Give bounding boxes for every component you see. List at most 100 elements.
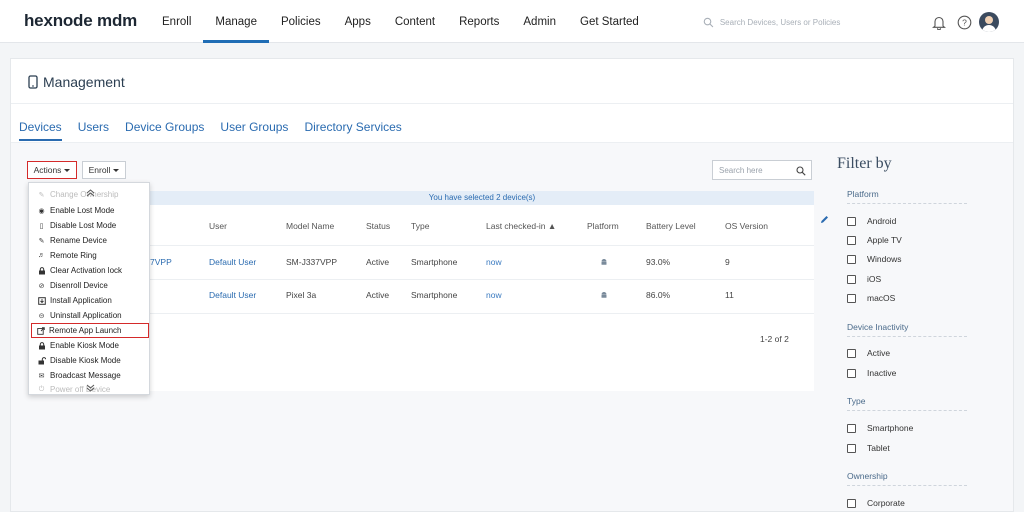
menu-item-enable-kiosk-mode[interactable]: Enable Kiosk Mode [29,338,149,353]
menu-item-label: Disable Lost Mode [50,221,117,230]
nav-policies[interactable]: Policies [269,0,333,43]
bell-icon[interactable] [929,12,949,32]
enroll-button-label: Enroll [88,165,111,175]
tab-directory-services[interactable]: Directory Services [304,120,401,141]
nav-admin[interactable]: Admin [511,0,568,43]
user-cell[interactable]: Default User [209,257,256,267]
menu-item-disable-kiosk-mode[interactable]: Disable Kiosk Mode [29,353,149,368]
filter-option-label: Apple TV [867,235,902,245]
menu-item-label: Enable Kiosk Mode [50,341,119,350]
phone-icon: ▯ [39,222,44,230]
tab-user-groups[interactable]: User Groups [220,120,288,141]
checkbox[interactable] [847,274,856,284]
menu-item-disable-lost-mode[interactable]: ▯ Disable Lost Mode [29,218,149,233]
menu-item-clear-activation-lock[interactable]: Clear Activation lock [29,263,149,278]
menu-item-label: Enable Lost Mode [50,206,115,215]
column-header-battery[interactable]: Battery Level [646,221,696,231]
user-cell[interactable]: Default User [209,290,256,300]
filter-option-label: Tablet [867,443,890,453]
filter-option-inactive[interactable]: Inactive [847,368,896,378]
filter-option-active[interactable]: Active [847,348,890,358]
column-header-os-version[interactable]: OS Version [725,221,768,231]
menu-item-broadcast-message[interactable]: ✉ Broadcast Message [29,368,149,383]
menu-item-enable-lost-mode[interactable]: ◉ Enable Lost Mode [29,203,149,218]
filter-option-label: Android [867,216,897,226]
filter-option-label: Corporate [867,498,905,508]
tab-device-groups[interactable]: Device Groups [125,120,204,141]
menu-item-remote-app-launch[interactable]: Remote App Launch [31,323,149,338]
menu-item-label: Clear Activation lock [50,266,123,275]
menu-item-label: Power off Device [50,385,111,394]
nav-enroll[interactable]: Enroll [150,0,203,43]
checkbox[interactable] [847,293,856,303]
nav-manage[interactable]: Manage [203,0,269,43]
os-version-cell: 11 [725,290,734,300]
filter-option-macos[interactable]: macOS [847,293,895,303]
filter-option-windows[interactable]: Windows [847,254,901,264]
menu-item-label: Uninstall Application [50,311,122,320]
column-header-user[interactable]: User [209,221,227,231]
filter-option-smartphone[interactable]: Smartphone [847,423,913,433]
menu-item-rename-device[interactable]: ✎ Rename Device [29,233,149,248]
nav-apps[interactable]: Apps [333,0,383,43]
menu-item-disenroll-device[interactable]: ⊘ Disenroll Device [29,278,149,293]
checkbox[interactable] [847,235,856,245]
nav-reports[interactable]: Reports [447,0,511,43]
filter-option-android[interactable]: Android [847,216,896,226]
avatar[interactable] [979,12,999,32]
scroll-down-icon[interactable] [84,383,96,393]
checkbox[interactable] [847,443,856,453]
pencil-icon: ✎ [38,237,45,245]
column-header-last-checked[interactable]: Last checked-in ▲ [486,221,556,231]
scroll-up-icon[interactable] [84,188,96,198]
power-icon: ⏻ [38,385,45,393]
tab-devices[interactable]: Devices [19,120,62,141]
chevron-down-icon [113,168,120,172]
filter-option-ios[interactable]: iOS [847,274,881,284]
checkbox[interactable] [847,216,856,226]
checkbox[interactable] [847,368,856,378]
actions-menu: ✎ Change Ownership ◉ Enable Lost Mode ▯ Dis… [28,182,150,395]
filter-option-tablet[interactable]: Tablet [847,443,890,453]
last-checked-cell: now [486,290,502,300]
column-header-platform[interactable]: Platform [587,221,619,231]
actions-button-label: Actions [33,165,62,175]
help-icon[interactable]: ? [954,12,974,32]
enroll-button[interactable]: Enroll [82,161,126,179]
mobile-device-icon [28,75,38,89]
search-icon[interactable] [796,166,806,176]
menu-item-label: Disenroll Device [50,281,108,290]
checkbox[interactable] [847,498,856,508]
nav-get-started[interactable]: Get Started [568,0,651,43]
filter-option-apple-tv[interactable]: Apple TV [847,235,902,245]
divider [11,103,1013,104]
nav-content[interactable]: Content [383,0,447,43]
top-navigation-bar: hexnode mdm Enroll Manage Policies Apps … [0,0,1024,43]
pencil-icon[interactable] [820,215,829,224]
checkbox[interactable] [847,254,856,264]
device-search-input[interactable] [713,165,791,175]
column-header-type[interactable]: Type [411,221,429,231]
menu-item-label: Broadcast Message [50,371,121,380]
brand-logo[interactable]: hexnode mdm [24,11,137,31]
checkbox[interactable] [847,348,856,358]
model-cell: SM-J337VPP [286,257,338,267]
checkbox[interactable] [847,423,856,433]
tab-users[interactable]: Users [78,120,109,141]
device-name-cell[interactable]: 7VPP [150,257,172,267]
devices-table: You have selected 2 device(s) User Model… [150,191,814,391]
filter-option-corporate[interactable]: Corporate [847,498,905,508]
menu-item-label: Install Application [50,296,112,305]
page-title: Management [28,74,125,90]
menu-item-install-application[interactable]: Install Application [29,293,149,308]
column-header-status[interactable]: Status [366,221,390,231]
unlock-icon [37,356,46,365]
filter-title: Filter by [837,155,892,172]
global-search-input[interactable] [719,17,853,27]
menu-item-uninstall-application[interactable]: ⊝ Uninstall Application [29,308,149,323]
actions-button[interactable]: Actions [27,161,77,179]
android-icon [601,259,607,265]
chevron-down-icon [64,168,71,172]
column-header-model[interactable]: Model Name [286,221,334,231]
menu-item-remote-ring[interactable]: ♬ Remote Ring [29,248,149,263]
